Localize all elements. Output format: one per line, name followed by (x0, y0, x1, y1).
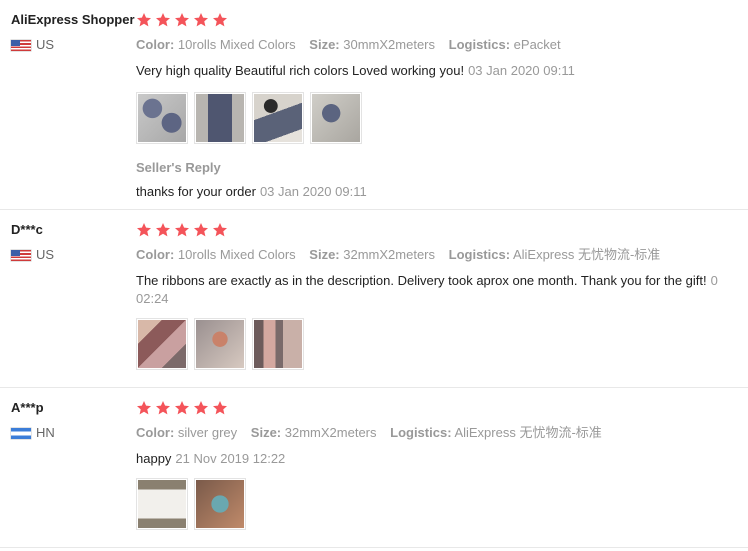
user-country: US (11, 38, 136, 52)
feedback-user: D***c US (11, 222, 136, 262)
feedback-photo[interactable] (136, 478, 188, 530)
seller-reply-text: thanks for your order 03 Jan 2020 09:11 (136, 184, 367, 199)
hn-flag-icon (11, 427, 31, 439)
star-icon (137, 13, 151, 27)
feedback-photo[interactable] (194, 318, 246, 370)
color-attr: Color: 10rolls Mixed Colors (136, 247, 296, 262)
color-attr: Color: 10rolls Mixed Colors (136, 37, 296, 52)
feedback-text: The ribbons are exactly as in the descri… (136, 272, 748, 308)
seller-reply-title: Seller's Reply (136, 160, 221, 175)
country-code: US (36, 247, 55, 262)
feedback-text: Very high quality Beautiful rich colors … (136, 63, 575, 78)
feedback-date: 21 Nov 2019 12:22 (175, 451, 286, 466)
star-icon (156, 223, 170, 237)
feedback-item: A***p HN Color: silver grey Size: 32mmX2… (0, 388, 748, 548)
feedback-photo[interactable] (136, 92, 188, 144)
feedback-main: Color: silver grey Size: 32mmX2meters Lo… (136, 400, 748, 530)
order-attributes: Color: silver grey Size: 32mmX2meters Lo… (136, 425, 748, 441)
star-icon (213, 401, 227, 415)
feedback-user: A***p HN (11, 400, 136, 440)
star-icon (175, 13, 189, 27)
user-country: HN (11, 426, 136, 440)
order-attributes: Color: 10rolls Mixed Colors Size: 32mmX2… (136, 247, 748, 263)
order-attributes: Color: 10rolls Mixed Colors Size: 30mmX2… (136, 37, 748, 53)
feedback-photo[interactable] (252, 318, 304, 370)
user-name: A***p (11, 400, 44, 415)
user-name: D***c (11, 222, 43, 237)
feedback-main: Color: 10rolls Mixed Colors Size: 32mmX2… (136, 222, 748, 370)
size-attr: Size: 32mmX2meters (250, 425, 377, 440)
feedback-item: AliExpress Shopper US Color: 10rolls Mix… (0, 0, 748, 210)
feedback-item: D***c US Color: 10rolls Mixed Colors Siz… (0, 210, 748, 388)
star-icon (194, 223, 208, 237)
us-flag-icon (11, 249, 31, 261)
country-code: HN (36, 425, 55, 440)
logistics-attr: Logistics: AliExpress 无忧物流-标准 (390, 425, 602, 440)
star-rating (136, 400, 748, 416)
size-attr: Size: 30mmX2meters (309, 37, 436, 52)
feedback-photo[interactable] (194, 92, 246, 144)
color-attr: Color: silver grey (136, 425, 238, 440)
user-name: AliExpress Shopper (11, 12, 135, 27)
logistics-attr: Logistics: AliExpress 无忧物流-标准 (448, 247, 661, 262)
feedback-photo[interactable] (252, 92, 304, 144)
feedback-main: Color: 10rolls Mixed Colors Size: 30mmX2… (136, 12, 748, 200)
star-rating (136, 12, 748, 28)
star-icon (175, 223, 189, 237)
feedback-photo[interactable] (310, 92, 362, 144)
reply-date: 03 Jan 2020 09:11 (259, 184, 367, 199)
feedback-photo[interactable] (136, 318, 188, 370)
us-flag-icon (11, 39, 31, 51)
feedback-user: AliExpress Shopper US (11, 12, 136, 52)
star-icon (194, 13, 208, 27)
feedback-date: 03 Jan 2020 09:11 (468, 63, 575, 78)
feedback-date-part: 0 (710, 273, 718, 288)
star-icon (156, 13, 170, 27)
feedback-photos (136, 318, 748, 370)
user-country: US (11, 248, 136, 262)
star-icon (137, 401, 151, 415)
feedback-photo[interactable] (194, 478, 246, 530)
feedback-text: happy 21 Nov 2019 12:22 (136, 451, 286, 466)
star-rating (136, 222, 748, 238)
logistics-attr: Logistics: ePacket (448, 37, 561, 52)
feedback-photos (136, 478, 748, 530)
star-icon (194, 401, 208, 415)
star-icon (175, 401, 189, 415)
size-attr: Size: 32mmX2meters (309, 247, 436, 262)
star-icon (156, 401, 170, 415)
feedback-date: 02:24 (136, 291, 169, 306)
feedback-photos (136, 92, 748, 144)
star-icon (137, 223, 151, 237)
star-icon (213, 13, 227, 27)
star-icon (213, 223, 227, 237)
country-code: US (36, 37, 55, 52)
